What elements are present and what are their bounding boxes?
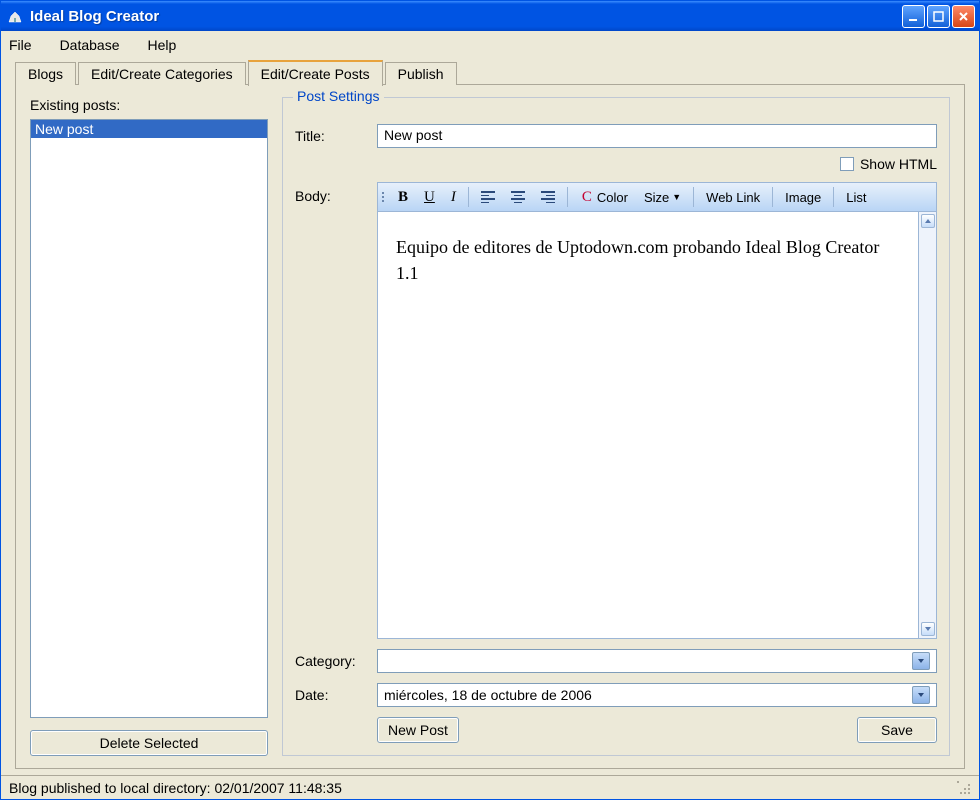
toolbar-separator — [567, 187, 568, 207]
menu-database[interactable]: Database — [60, 37, 120, 53]
category-select[interactable] — [377, 649, 937, 673]
toolbar-separator — [833, 187, 834, 207]
category-label: Category: — [295, 653, 377, 669]
color-label: Color — [597, 190, 628, 205]
tab-publish[interactable]: Publish — [385, 62, 457, 85]
window-title: Ideal Blog Creator — [30, 8, 902, 25]
date-row: Date: miércoles, 18 de octubre de 2006 — [295, 683, 937, 707]
editor-scrollbar[interactable] — [919, 212, 937, 639]
app-icon — [7, 8, 23, 24]
scroll-up-icon[interactable] — [921, 214, 935, 228]
body-editor[interactable]: Equipo de editores de Uptodown.com proba… — [377, 212, 919, 639]
status-text: Blog published to local directory: 02/01… — [9, 780, 342, 796]
body-row: Body: B U I CColor Size▼ Web Link — [295, 182, 937, 639]
size-label: Size — [644, 190, 669, 205]
editor-toolbar: B U I CColor Size▼ Web Link Image List — [377, 182, 937, 212]
title-row: Title: New post — [295, 124, 937, 148]
show-html-checkbox[interactable] — [840, 157, 854, 171]
toolbar-separator — [772, 187, 773, 207]
menu-file[interactable]: File — [9, 37, 32, 53]
show-html-label: Show HTML — [860, 156, 937, 172]
date-select[interactable]: miércoles, 18 de octubre de 2006 — [377, 683, 937, 707]
menubar: File Database Help — [1, 31, 979, 59]
delete-selected-button[interactable]: Delete Selected — [30, 730, 268, 756]
post-buttons: New Post Save — [377, 717, 937, 743]
menu-help[interactable]: Help — [148, 37, 177, 53]
window-controls — [902, 5, 975, 28]
title-label: Title: — [295, 128, 377, 144]
bold-button[interactable]: B — [392, 187, 414, 208]
image-button[interactable]: Image — [779, 188, 827, 207]
tab-categories[interactable]: Edit/Create Categories — [78, 62, 246, 85]
color-c-icon: C — [580, 189, 594, 206]
body-label: Body: — [295, 182, 377, 639]
chevron-down-icon — [912, 652, 930, 670]
tabstrip: Blogs Edit/Create Categories Edit/Create… — [1, 59, 979, 85]
show-html-row: Show HTML — [295, 156, 937, 172]
list-item[interactable]: New post — [31, 120, 267, 138]
category-row: Category: — [295, 649, 937, 673]
content-area: Existing posts: New post Delete Selected… — [15, 85, 965, 769]
size-button[interactable]: Size▼ — [638, 188, 687, 207]
save-button[interactable]: Save — [857, 717, 937, 743]
list-button[interactable]: List — [840, 188, 872, 207]
titlebar: Ideal Blog Creator — [1, 1, 979, 31]
post-settings-legend: Post Settings — [293, 88, 384, 104]
existing-posts-label: Existing posts: — [30, 97, 268, 113]
chevron-down-icon: ▼ — [672, 192, 681, 202]
align-right-button[interactable] — [535, 189, 561, 205]
tab-blogs[interactable]: Blogs — [15, 62, 76, 85]
italic-button[interactable]: I — [445, 187, 462, 208]
minimize-button[interactable] — [902, 5, 925, 28]
date-label: Date: — [295, 687, 377, 703]
align-center-button[interactable] — [505, 189, 531, 205]
existing-posts-panel: Existing posts: New post Delete Selected — [30, 97, 268, 756]
tab-posts[interactable]: Edit/Create Posts — [248, 60, 383, 86]
toolbar-separator — [468, 187, 469, 207]
underline-button[interactable]: U — [418, 187, 441, 208]
scroll-down-icon[interactable] — [921, 622, 935, 636]
toolbar-grip-icon — [382, 192, 384, 202]
color-button[interactable]: CColor — [574, 187, 634, 208]
align-left-button[interactable] — [475, 189, 501, 205]
date-value: miércoles, 18 de octubre de 2006 — [384, 687, 592, 703]
maximize-button[interactable] — [927, 5, 950, 28]
title-input[interactable]: New post — [377, 124, 937, 148]
post-settings-panel: Post Settings Title: New post Show HTML … — [282, 97, 950, 756]
toolbar-separator — [693, 187, 694, 207]
close-button[interactable] — [952, 5, 975, 28]
chevron-down-icon — [912, 686, 930, 704]
weblink-button[interactable]: Web Link — [700, 188, 766, 207]
existing-posts-list[interactable]: New post — [30, 119, 268, 718]
resize-grip-icon[interactable] — [957, 781, 971, 795]
new-post-button[interactable]: New Post — [377, 717, 459, 743]
statusbar: Blog published to local directory: 02/01… — [1, 775, 979, 799]
